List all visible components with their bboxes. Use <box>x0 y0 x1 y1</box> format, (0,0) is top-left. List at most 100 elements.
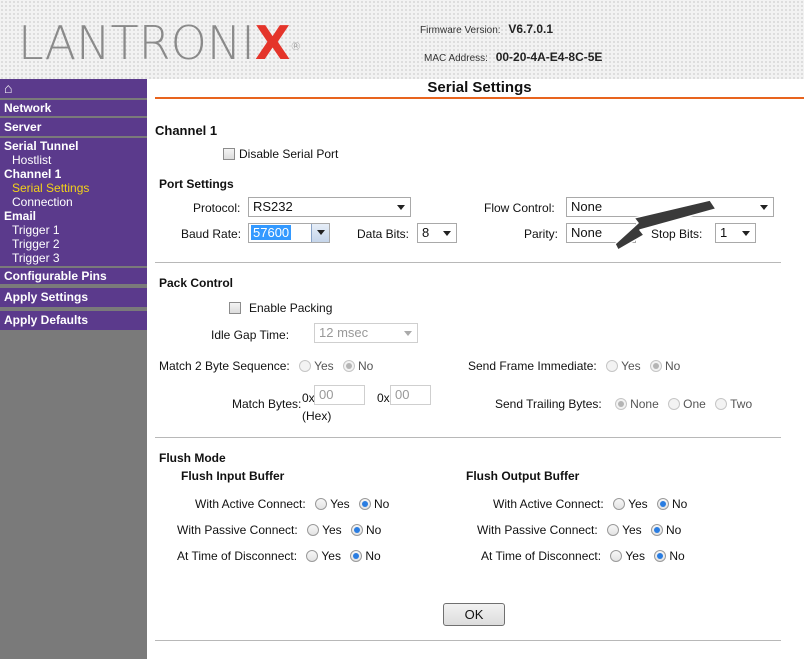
trailing-two-radio[interactable] <box>715 398 728 410</box>
input-active-yes-label: Yes <box>330 497 350 511</box>
home-link[interactable]: ⌂ <box>0 79 147 98</box>
input-passive-yes-radio[interactable] <box>307 524 320 536</box>
flow-control-label: Flow Control: <box>484 201 555 215</box>
output-passive-row: With Passive Connect: Yes No <box>477 523 681 537</box>
send-frame-yes-radio[interactable] <box>606 360 619 372</box>
send-trailing-row: Send Trailing Bytes: None One Two <box>495 397 752 411</box>
chevron-down-icon <box>760 205 768 210</box>
input-active-no-radio[interactable] <box>358 498 371 510</box>
output-passive-label: With Passive Connect: <box>477 523 598 537</box>
port-settings-heading: Port Settings <box>159 177 234 191</box>
sidebar-item-trigger-1[interactable]: Trigger 1 <box>0 223 147 237</box>
output-disconnect-yes-radio[interactable] <box>610 550 623 562</box>
match-byte-1-input[interactable]: 00 <box>314 385 365 405</box>
baud-rate-value: 57600 <box>251 225 292 240</box>
header-banner: LANTRONIX® Firmware Version: V6.7.0.1 MA… <box>0 0 804 79</box>
baud-rate-select[interactable]: 57600 <box>248 223 330 243</box>
output-disconnect-no-radio[interactable] <box>654 550 667 562</box>
output-active-yes-label: Yes <box>628 497 648 511</box>
firmware-label: Firmware Version: <box>420 25 501 36</box>
sidebar-item-hostlist[interactable]: Hostlist <box>0 153 147 167</box>
stop-bits-value: 1 <box>720 225 728 240</box>
match-seq-yes-label: Yes <box>314 359 334 373</box>
input-active-yes-radio[interactable] <box>315 498 328 510</box>
apply-settings-link[interactable]: Apply Settings <box>0 288 147 307</box>
output-active-no-radio[interactable] <box>656 498 669 510</box>
ok-button[interactable]: OK <box>443 603 505 626</box>
sidebar-nav: ⌂ Network Server Serial Tunnel Hostlist … <box>0 79 147 659</box>
idle-gap-select[interactable]: 12 msec <box>314 323 418 343</box>
input-disconnect-no-radio[interactable] <box>350 550 363 562</box>
sidebar-item-server[interactable]: Server <box>0 118 147 136</box>
enable-packing-checkbox[interactable] <box>229 302 241 314</box>
match-byte-2-input[interactable]: 00 <box>390 385 431 405</box>
output-disconnect-no-label: No <box>669 549 685 563</box>
output-passive-yes-label: Yes <box>622 523 642 537</box>
chevron-down-icon <box>404 331 412 336</box>
sidebar-item-connection[interactable]: Connection <box>0 195 147 209</box>
output-passive-no-label: No <box>665 523 682 537</box>
sidebar-item-channel-1[interactable]: Channel 1 <box>0 167 147 181</box>
parity-value: None <box>571 225 603 240</box>
input-active-row: With Active Connect: Yes No <box>195 497 389 511</box>
page-title: Serial Settings <box>155 79 804 99</box>
divider <box>155 262 781 263</box>
trailing-one-radio[interactable] <box>668 398 681 410</box>
disable-serial-port-row: Disable Serial Port <box>223 147 338 161</box>
input-passive-row: With Passive Connect: Yes No <box>177 523 381 537</box>
output-disconnect-label: At Time of Disconnect: <box>481 549 602 563</box>
chevron-down-icon <box>443 231 451 236</box>
output-passive-no-radio[interactable] <box>650 524 663 536</box>
input-disconnect-yes-radio[interactable] <box>306 550 319 562</box>
send-frame-no-label: No <box>664 359 681 373</box>
data-bits-select[interactable]: 8 <box>417 223 457 243</box>
dropdown-button[interactable] <box>311 224 329 242</box>
sidebar-item-trigger-3[interactable]: Trigger 3 <box>0 251 147 265</box>
input-active-label: With Active Connect: <box>195 497 306 511</box>
output-active-yes-radio[interactable] <box>613 498 626 510</box>
input-passive-yes-label: Yes <box>322 523 342 537</box>
data-bits-label: Data Bits: <box>357 227 410 241</box>
firmware-value: V6.7.0.1 <box>508 22 554 36</box>
stop-bits-select[interactable]: 1 <box>715 223 756 243</box>
send-trailing-label: Send Trailing Bytes: <box>495 397 602 411</box>
apply-defaults-link[interactable]: Apply Defaults <box>0 311 147 330</box>
send-frame-no-radio[interactable] <box>649 360 662 372</box>
output-passive-yes-radio[interactable] <box>607 524 620 536</box>
match-sequence-row: Match 2 Byte Sequence: Yes No <box>159 359 373 373</box>
flush-input-heading: Flush Input Buffer <box>181 469 285 483</box>
sidebar-item-network[interactable]: Network <box>0 100 147 116</box>
home-icon[interactable]: ⌂ <box>4 80 12 96</box>
output-active-row: With Active Connect: Yes No <box>493 497 687 511</box>
input-disconnect-yes-label: Yes <box>321 549 341 563</box>
mac-label: MAC Address: <box>424 53 488 64</box>
disable-serial-port-checkbox[interactable] <box>223 148 235 160</box>
firmware-version: Firmware Version: V6.7.0.1 <box>420 22 553 36</box>
disable-serial-port-label: Disable Serial Port <box>239 147 339 161</box>
input-disconnect-no-label: No <box>365 549 381 563</box>
match-seq-no-radio[interactable] <box>343 360 356 372</box>
sidebar-group-tunnel: Serial Tunnel Hostlist Channel 1 Serial … <box>0 138 147 266</box>
sidebar-item-trigger-2[interactable]: Trigger 2 <box>0 237 147 251</box>
hex-prefix-2: 0x <box>377 391 390 405</box>
input-passive-label: With Passive Connect: <box>177 523 298 537</box>
trailing-none-label: None <box>630 397 659 411</box>
protocol-select[interactable]: RS232 <box>248 197 411 217</box>
trailing-two-label: Two <box>730 397 753 411</box>
input-disconnect-label: At Time of Disconnect: <box>177 549 298 563</box>
sidebar-item-serial-settings[interactable]: Serial Settings <box>0 181 147 195</box>
output-active-label: With Active Connect: <box>493 497 604 511</box>
mac-address: MAC Address: 00-20-4A-E4-8C-5E <box>424 50 602 64</box>
output-disconnect-yes-label: Yes <box>625 549 645 563</box>
data-bits-value: 8 <box>422 225 430 240</box>
sidebar-item-serial-tunnel[interactable]: Serial Tunnel <box>0 139 147 153</box>
trailing-none-radio[interactable] <box>615 398 628 410</box>
enable-packing-label: Enable Packing <box>249 301 333 315</box>
sidebar-item-email[interactable]: Email <box>0 209 147 223</box>
divider <box>155 437 781 438</box>
input-passive-no-radio[interactable] <box>350 524 363 536</box>
flow-control-value: None <box>571 199 603 214</box>
send-frame-yes-label: Yes <box>621 359 641 373</box>
match-seq-yes-radio[interactable] <box>299 360 312 372</box>
sidebar-item-configurable-pins[interactable]: Configurable Pins <box>0 268 147 284</box>
